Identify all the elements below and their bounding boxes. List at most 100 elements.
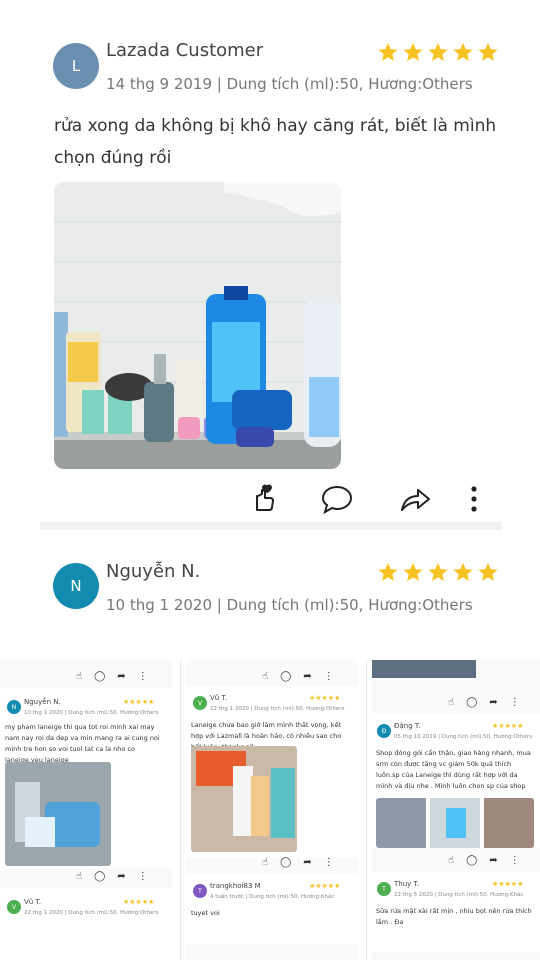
thumb-actions: ☝ ◯ ➦ ⋮ — [448, 852, 520, 868]
reviewer-name: Lazada Customer — [106, 40, 264, 61]
thumb-actions: ☝ ◯ ➦ ⋮ — [76, 868, 148, 884]
share-icon[interactable] — [398, 482, 432, 516]
avatar: Đ — [377, 724, 391, 738]
rating-stars — [377, 561, 499, 583]
comment-icon[interactable] — [320, 482, 354, 516]
comment-icon[interactable]: ◯ — [94, 871, 105, 882]
review-text: my pham laneige thi qua tot roi minh xai… — [5, 723, 160, 764]
more-icon[interactable]: ⋮ — [138, 871, 148, 882]
avatar: V — [7, 900, 21, 914]
review-meta: 4 tuần trước | Dung tích (ml):50, Hương:… — [210, 894, 335, 900]
skincare-products-photo-icon — [54, 182, 341, 469]
mini-review: N Nguyễn N. 10 thg 1 2020 | Dung tích (m… — [0, 688, 172, 868]
share-icon[interactable]: ➦ — [303, 857, 311, 868]
comment-icon[interactable]: ◯ — [94, 671, 105, 682]
rating-stars: ★★★★★ — [309, 694, 341, 702]
star-icon — [403, 562, 423, 581]
star-icon — [403, 42, 423, 61]
review-text: rửa xong da không bị khô hay căng rát, b… — [54, 116, 497, 168]
avatar[interactable]: N — [53, 563, 99, 609]
review-meta: 14 thg 9 2019 | Dung tích (ml):50, Hương… — [106, 75, 473, 93]
rating-stars: ★★★★★ — [492, 722, 524, 730]
rating-stars: ★★★★★ — [309, 882, 341, 890]
star-icon — [478, 562, 498, 581]
avatar: V — [193, 696, 207, 710]
like-icon[interactable]: ☝ — [448, 697, 454, 708]
thumb-actions: ☝ ◯ ➦ ⋮ — [262, 668, 334, 684]
review-text: Shop đóng gói cẩn thận, giao hàng nhanh,… — [376, 749, 531, 790]
rating-stars: ★★★★★ — [123, 698, 155, 706]
review-meta: 10 thg 1 2020 | Dung tích (ml):50, Hương… — [106, 596, 473, 614]
more-icon[interactable]: ⋮ — [324, 671, 334, 682]
rating-stars: ★★★★★ — [123, 898, 155, 906]
mini-review: T trangkhoi83 M 4 tuần trước | Dung tích… — [186, 874, 358, 944]
more-icon[interactable] — [457, 482, 491, 516]
share-icon[interactable]: ➦ — [117, 671, 125, 682]
review-actions — [0, 482, 540, 518]
review-thumbnail[interactable]: ☝ ◯ ➦ ⋮ Đ Đặng T. 05 thg 10 2019 | Dung tíc… — [372, 660, 540, 960]
review-text: Sữa rửa mặt xài rất mịn , nhiu bọt nên r… — [376, 907, 532, 926]
mini-review: V Vũ T. 22 thg 1 2020 | Dung tích (ml):5… — [186, 686, 358, 858]
like-icon[interactable]: ☝ — [76, 671, 82, 682]
more-icon[interactable]: ⋮ — [510, 697, 520, 708]
mini-review: V Vũ T. 22 thg 1 2020 | Dung tích (ml):5… — [0, 888, 172, 960]
share-icon[interactable]: ➦ — [303, 671, 311, 682]
reviewer-name: Thuy T. — [394, 880, 420, 888]
review-photo[interactable] — [54, 182, 341, 469]
review-meta: 10 thg 1 2020 | Dung tích (ml):50, Hương… — [24, 710, 159, 716]
more-icon[interactable]: ⋮ — [324, 857, 334, 868]
avatar[interactable]: L — [53, 43, 99, 89]
avatar: T — [193, 884, 207, 898]
section-divider — [40, 522, 502, 530]
review-meta: 22 thg 1 2020 | Dung tích (ml):50, Hương… — [24, 910, 159, 916]
like-icon[interactable]: ☝ — [76, 871, 82, 882]
thumb-separator — [366, 660, 367, 960]
mini-review: T Thuy T. 22 thg 5 2020 | Dung tích (ml)… — [372, 872, 540, 952]
star-icon — [378, 42, 398, 61]
review-meta: 05 thg 10 2019 | Dung tích (ml):50, Hươn… — [394, 734, 532, 740]
avatar: T — [377, 882, 391, 896]
like-icon[interactable]: ☝ — [262, 857, 268, 868]
like-icon[interactable]: ☝ — [262, 671, 268, 682]
comment-icon[interactable]: ◯ — [466, 855, 477, 866]
star-icon — [428, 42, 448, 61]
reviewer-name: Nguyễn N. — [24, 698, 61, 706]
thumb-actions: ☝ ◯ ➦ ⋮ — [262, 854, 334, 870]
star-icon — [428, 562, 448, 581]
share-icon[interactable]: ➦ — [117, 871, 125, 882]
like-icon[interactable]: ☝ — [448, 855, 454, 866]
star-icon — [478, 42, 498, 61]
review-photo — [191, 746, 297, 852]
avatar-letter: L — [71, 57, 81, 75]
reviewer-name: trangkhoi83 M — [210, 882, 261, 890]
comment-icon[interactable]: ◯ — [280, 671, 291, 682]
more-icon[interactable]: ⋮ — [510, 855, 520, 866]
star-icon — [378, 562, 398, 581]
thumb-separator — [180, 660, 181, 960]
thumb-actions: ☝ ◯ ➦ ⋮ — [76, 668, 148, 684]
share-icon[interactable]: ➦ — [489, 855, 497, 866]
reviewer-name: Vũ T. — [210, 694, 228, 702]
rating-stars — [377, 41, 499, 63]
review-thumbnail[interactable]: ☝ ◯ ➦ ⋮ N Nguyễn N. 10 thg 1 2020 | Dung tí… — [0, 660, 172, 960]
comment-icon[interactable]: ◯ — [280, 857, 291, 868]
review-text: tuyet voi — [191, 909, 220, 917]
review-card: N Nguyễn N. 10 thg 1 2020 | Dung tích (m… — [0, 540, 540, 650]
share-icon[interactable]: ➦ — [489, 697, 497, 708]
review-meta: 22 thg 1 2020 | Dung tích (ml):50, Hương… — [210, 706, 345, 712]
review-card: L Lazada Customer 14 thg 9 2019 | Dung t… — [0, 0, 540, 530]
star-icon — [453, 42, 473, 61]
like-icon[interactable] — [246, 482, 280, 516]
rating-stars: ★★★★★ — [492, 880, 524, 888]
review-photo — [5, 762, 111, 866]
review-meta: 22 thg 5 2020 | Dung tích (ml):50, Hương… — [394, 892, 524, 898]
more-icon[interactable]: ⋮ — [138, 671, 148, 682]
star-icon — [453, 562, 473, 581]
comment-icon[interactable]: ◯ — [466, 697, 477, 708]
reviewer-name: Vũ T. — [24, 898, 42, 906]
mini-review: Đ Đặng T. 05 thg 10 2019 | Dung tích (ml… — [372, 714, 540, 848]
review-photo — [372, 660, 476, 678]
avatar-letter: N — [70, 577, 82, 595]
review-photo — [376, 798, 534, 848]
review-thumbnail[interactable]: ☝ ◯ ➦ ⋮ V Vũ T. 22 thg 1 2020 | Dung tích (… — [186, 660, 358, 960]
